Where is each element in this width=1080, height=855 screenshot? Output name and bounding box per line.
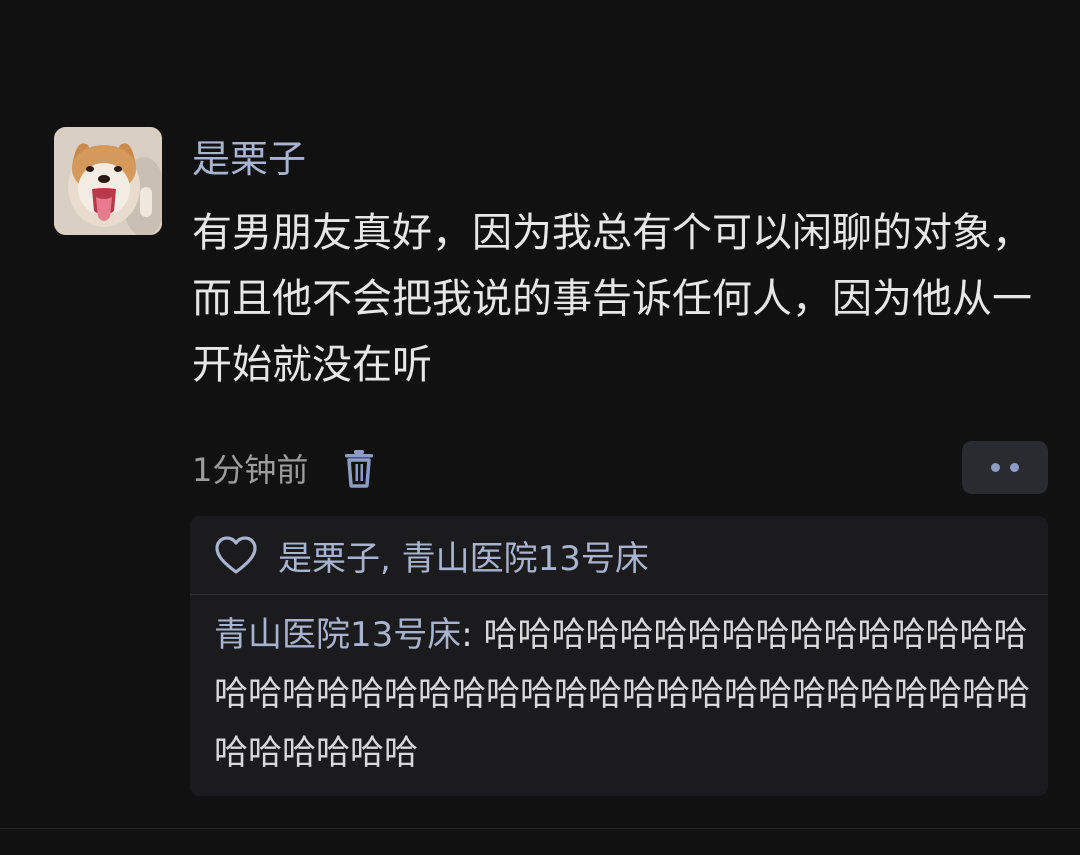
shiba-dog-avatar-image [54, 127, 162, 235]
heart-outline-icon[interactable] [214, 535, 258, 575]
comment-separator: : [461, 615, 484, 655]
post-author-name[interactable]: 是栗子 [192, 136, 306, 182]
likes-row: 是栗子, 青山医院13号床 [190, 516, 1048, 594]
divider [190, 594, 1048, 595]
divider [0, 828, 1080, 829]
more-dots-icon [1010, 463, 1019, 472]
avatar[interactable] [54, 127, 162, 235]
comment-item[interactable]: 青山医院13号床: 哈哈哈哈哈哈哈哈哈哈哈哈哈哈哈哈哈哈哈哈哈哈哈哈哈哈哈哈哈哈… [214, 606, 1034, 783]
more-dots-icon [991, 463, 1000, 472]
moment-post: 是栗子 有男朋友真好，因为我总有个可以闲聊的对象，而且他不会把我说的事告诉任何人… [0, 0, 1080, 855]
likers-list[interactable]: 是栗子, 青山医院13号床 [278, 531, 649, 580]
likes-comments-panel: 是栗子, 青山医院13号床 青山医院13号床: 哈哈哈哈哈哈哈哈哈哈哈哈哈哈哈哈… [190, 516, 1048, 796]
more-button[interactable] [962, 441, 1048, 494]
trash-icon[interactable] [342, 448, 376, 488]
post-timestamp: 1分钟前 [192, 451, 309, 489]
post-content: 有男朋友真好，因为我总有个可以闲聊的对象，而且他不会把我说的事告诉任何人，因为他… [192, 210, 1032, 388]
comment-author[interactable]: 青山医院13号床 [214, 615, 461, 655]
post-meta-row: 1分钟前 [192, 445, 376, 491]
